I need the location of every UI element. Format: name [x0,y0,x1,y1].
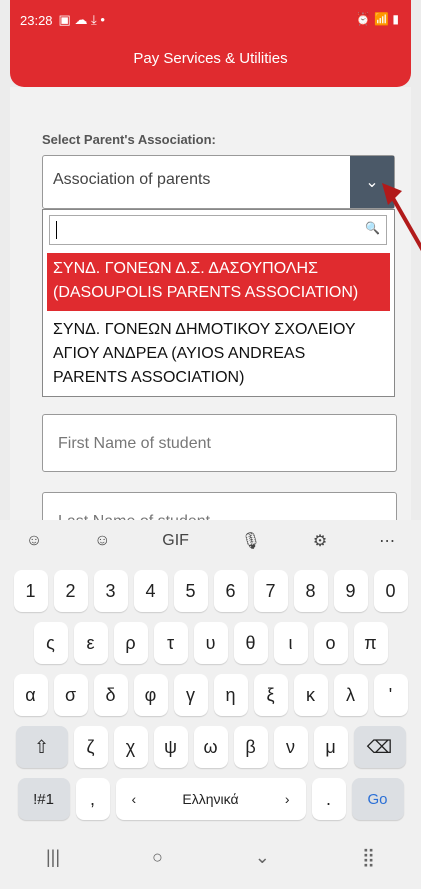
dropdown-search-input[interactable]: 🔍 [49,215,387,245]
key-epsilon[interactable]: ε [73,622,108,664]
key-theta[interactable]: θ [233,622,268,664]
app-header: 23:28 ▣ ☁ ⤓ • ⏰ 📶 ▮ Pay Services & Utili… [10,0,411,87]
key-beta[interactable]: β [233,726,268,768]
key-8[interactable]: 8 [293,570,328,612]
association-select[interactable]: Association of parents ⌄ [42,155,395,209]
key-omega[interactable]: ω [193,726,228,768]
keyboard-row-4: ⇧ ζ χ ψ ω β ν μ ⌫ [0,726,421,768]
key-omicron[interactable]: ο [313,622,348,664]
key-xi[interactable]: ξ [253,674,288,716]
comma-key[interactable]: , [75,778,110,820]
key-5[interactable]: 5 [173,570,208,612]
key-lambda[interactable]: λ [333,674,368,716]
key-final-sigma[interactable]: ς [33,622,68,664]
key-kappa[interactable]: κ [293,674,328,716]
association-dropdown: 🔍 ΣΥΝΔ. ΓΟΝΕΩΝ Δ.Σ. ΔΑΣΟΥΠΟΛΗΣ (DASOUPOL… [42,209,395,397]
text-cursor [56,221,57,239]
key-eta[interactable]: η [213,674,248,716]
backspace-key[interactable]: ⌫ [353,726,406,768]
first-name-placeholder: First Name of student [58,435,211,452]
emoji-icon[interactable]: ☺ [94,532,110,550]
key-iota[interactable]: ι [273,622,308,664]
navigation-bar: ||| ○ ⌄ ⣿ [0,832,421,882]
key-mu[interactable]: μ [313,726,348,768]
status-icons-right: ⏰ 📶 ▮ [355,12,399,26]
association-option-1[interactable]: ΣΥΝΔ. ΓΟΝΕΩΝ Δ.Σ. ΔΑΣΟΥΠΟΛΗΣ (DASOUPOLIS… [47,253,390,311]
key-nu[interactable]: ν [273,726,308,768]
first-name-field[interactable]: First Name of student [42,414,397,472]
keyboard: ☺ ☺ GIF 🎙 ⚙ ⋯ 1 2 3 4 5 6 7 8 9 0 ς ε ρ … [0,520,421,889]
keyboard-switch-icon[interactable]: ⣿ [362,847,375,868]
back-icon[interactable]: ⌄ [255,847,270,868]
red-arrow-annotation [382,183,421,252]
key-7[interactable]: 7 [253,570,288,612]
sticker-icon[interactable]: ☺ [26,532,42,550]
association-select-value: Association of parents [53,171,211,188]
keyboard-toolbar: ☺ ☺ GIF 🎙 ⚙ ⋯ [0,520,421,562]
key-4[interactable]: 4 [133,570,168,612]
key-sigma[interactable]: σ [53,674,88,716]
shift-key[interactable]: ⇧ [15,726,68,768]
key-phi[interactable]: φ [133,674,168,716]
status-bar-left: 23:28 ▣ ☁ ⤓ • [20,12,105,28]
status-time: 23:28 [20,12,53,28]
key-3[interactable]: 3 [93,570,128,612]
page-title: Pay Services & Utilities [133,50,288,67]
key-2[interactable]: 2 [53,570,88,612]
keyboard-row-5: !#1 , ‹ Ελληνικά › . Go [0,778,421,820]
keyboard-row-3: α σ δ φ γ η ξ κ λ ʹ [0,674,421,716]
more-icon[interactable]: ⋯ [379,531,395,551]
key-gamma[interactable]: γ [173,674,208,716]
status-icons-left: ▣ ☁ ⤓ • [58,12,105,27]
association-option-2[interactable]: ΣΥΝΔ. ΓΟΝΕΩΝ ΔΗΜΟΤΙΚΟΥ ΣΧΟΛΕΙΟΥ ΑΓΙΟΥ ΑΝ… [47,314,390,394]
association-label: Select Parent's Association: [42,132,216,147]
key-tau[interactable]: τ [153,622,188,664]
gif-icon[interactable]: GIF [162,532,189,550]
home-icon[interactable]: ○ [152,847,163,868]
symbols-key[interactable]: !#1 [17,778,70,820]
key-alpha[interactable]: α [13,674,48,716]
key-0[interactable]: 0 [373,570,408,612]
key-chi[interactable]: χ [113,726,148,768]
key-delta[interactable]: δ [93,674,128,716]
key-pi[interactable]: π [353,622,388,664]
key-rho[interactable]: ρ [113,622,148,664]
key-1[interactable]: 1 [13,570,48,612]
period-key[interactable]: . [311,778,346,820]
key-6[interactable]: 6 [213,570,248,612]
settings-icon[interactable]: ⚙ [313,531,327,551]
keyboard-row-1: 1 2 3 4 5 6 7 8 9 0 [0,570,421,612]
key-zeta[interactable]: ζ [73,726,108,768]
language-next-icon: › [284,791,290,807]
space-bar[interactable]: ‹ Ελληνικά › [115,778,306,820]
key-accent[interactable]: ʹ [373,674,408,716]
microphone-icon[interactable]: 🎙 [241,531,261,551]
key-upsilon[interactable]: υ [193,622,228,664]
language-label: Ελληνικά [182,791,239,807]
key-9[interactable]: 9 [333,570,368,612]
go-key[interactable]: Go [351,778,404,820]
keyboard-row-2: ς ε ρ τ υ θ ι ο π [0,622,421,664]
key-psi[interactable]: ψ [153,726,188,768]
recent-apps-icon[interactable]: ||| [46,847,60,868]
language-prev-icon: ‹ [131,791,137,807]
